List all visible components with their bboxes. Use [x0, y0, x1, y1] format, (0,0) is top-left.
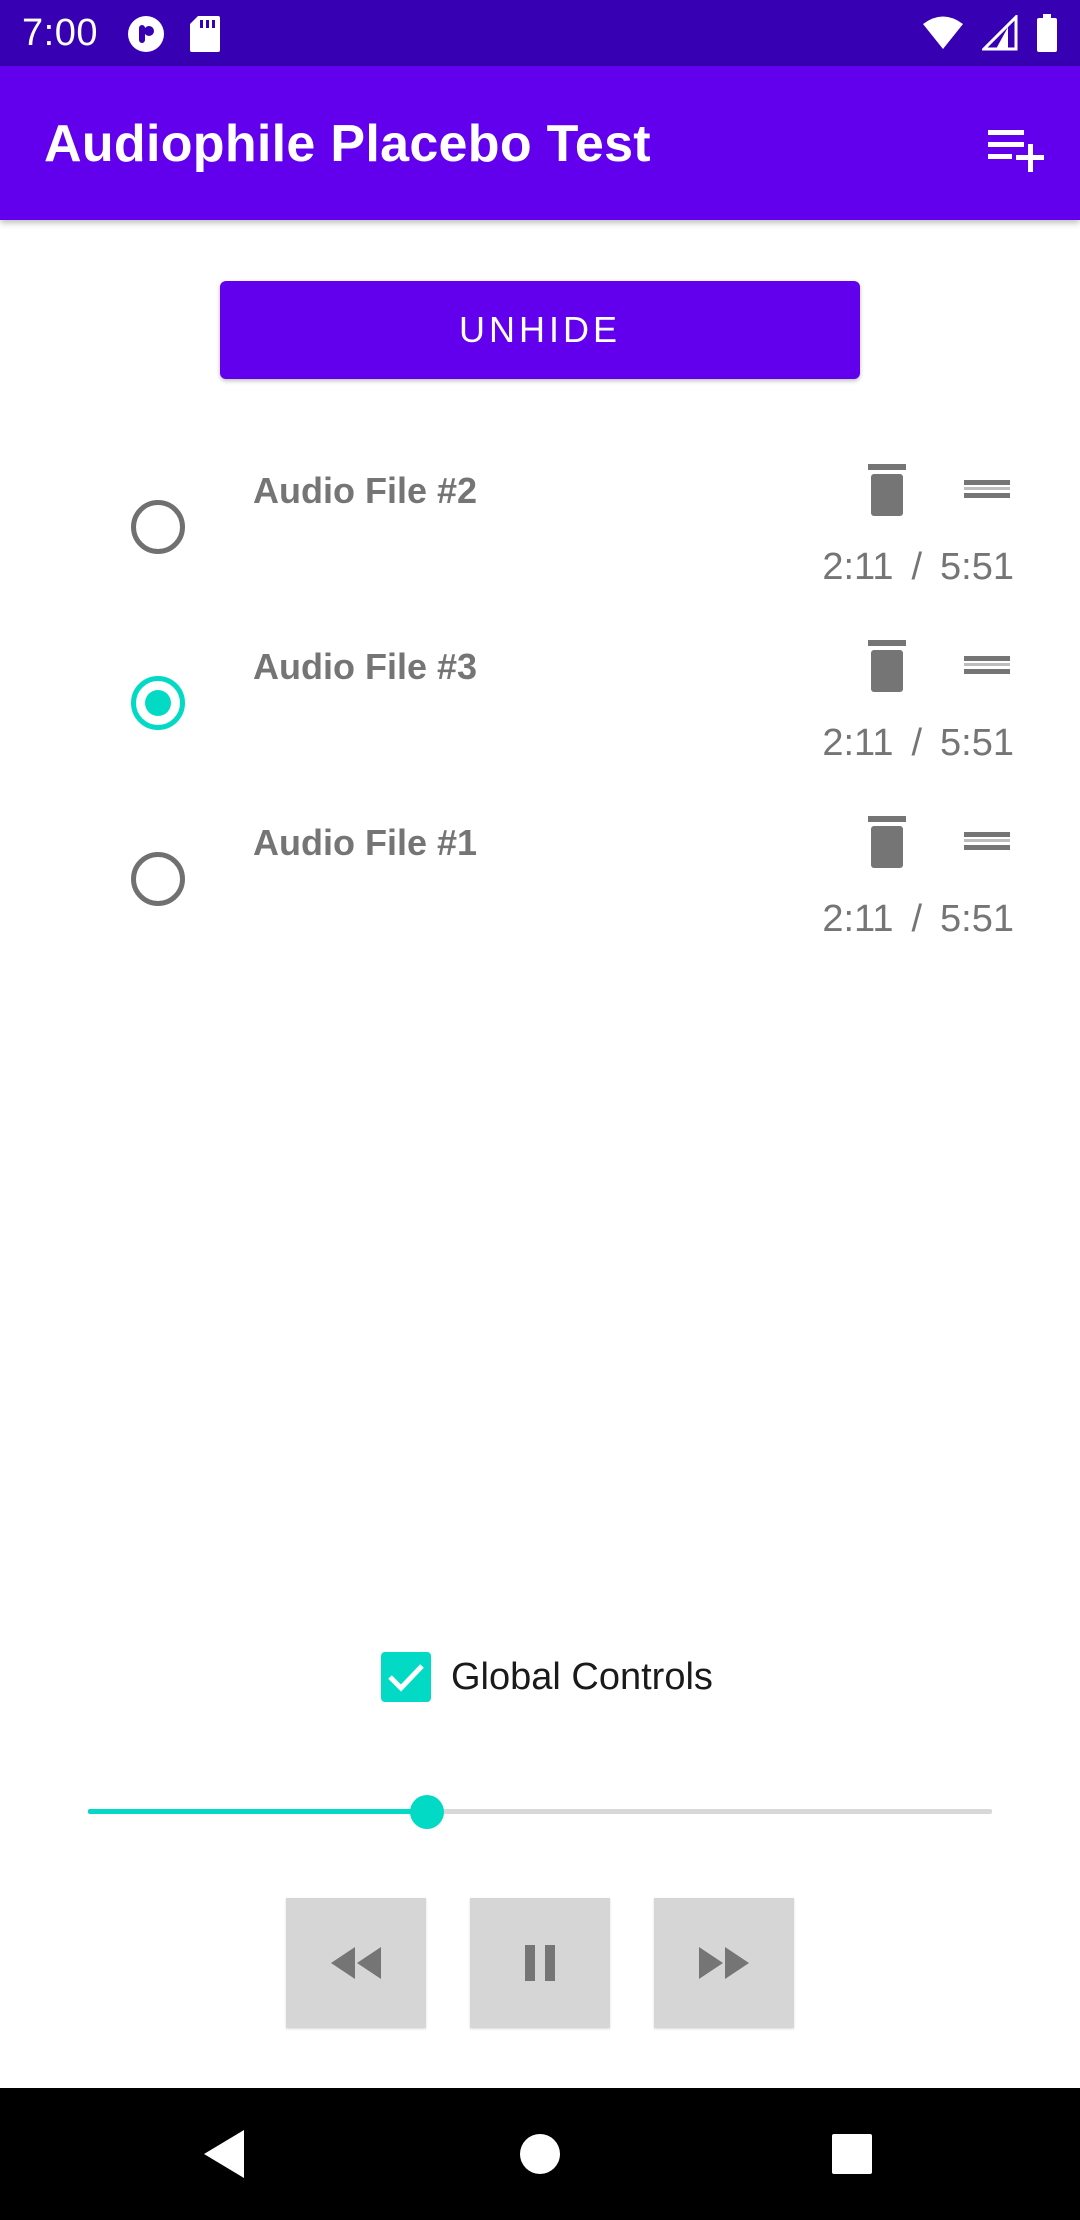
fast-forward-icon [699, 1947, 749, 1979]
delete-icon[interactable] [862, 638, 912, 694]
battery-icon [1036, 14, 1058, 57]
home-icon[interactable] [510, 2126, 570, 2182]
drag-handle-icon[interactable] [962, 826, 1012, 856]
audio-file-title: Audio File #1 [253, 822, 478, 863]
status-time: 7:00 [22, 12, 98, 54]
total-duration: 5:51 [940, 546, 1014, 588]
list-item: Audio File #1 2:11 / 5:51 [0, 792, 1080, 968]
playback-time: 2:11 / 5:51 [822, 722, 1014, 765]
playback-time: 2:11 / 5:51 [822, 546, 1014, 589]
app-screen: 7:00 Audiophile Placebo Test UNHIDE Audi… [0, 0, 1080, 2220]
audio-file-list: Audio File #2 2:11 / 5:51 Audio File #3 [0, 440, 1080, 968]
seek-slider[interactable] [88, 1790, 992, 1834]
total-duration: 5:51 [940, 722, 1014, 764]
current-position: 2:11 [822, 546, 894, 588]
current-position: 2:11 [822, 898, 894, 940]
rewind-icon [331, 1947, 381, 1979]
seek-progress [88, 1809, 427, 1814]
unhide-button[interactable]: UNHIDE [220, 281, 860, 379]
delete-icon[interactable] [862, 814, 912, 870]
sd-card-icon [188, 14, 222, 59]
status-system-icons [922, 13, 1058, 57]
wifi-icon [922, 15, 964, 56]
global-controls-checkbox[interactable] [381, 1652, 431, 1702]
pocket-casts-icon [126, 14, 166, 59]
current-position: 2:11 [822, 722, 894, 764]
radio-button[interactable] [131, 852, 185, 906]
total-duration: 5:51 [940, 898, 1014, 940]
app-title: Audiophile Placebo Test [44, 115, 651, 173]
global-controls-toggle[interactable]: Global Controls [381, 1652, 713, 1702]
app-bar: Audiophile Placebo Test [0, 66, 1080, 220]
radio-button[interactable] [131, 500, 185, 554]
drag-handle-icon[interactable] [962, 650, 1012, 680]
global-controls-label: Global Controls [451, 1655, 713, 1698]
check-icon [388, 1664, 424, 1692]
time-separator: / [911, 546, 923, 588]
audio-file-title: Audio File #2 [253, 470, 478, 511]
list-item: Audio File #2 2:11 / 5:51 [0, 440, 1080, 616]
time-separator: / [911, 722, 923, 764]
playback-controls [286, 1898, 794, 2028]
pause-button[interactable] [470, 1898, 610, 2028]
rewind-button[interactable] [286, 1898, 426, 2028]
delete-icon[interactable] [862, 462, 912, 518]
playlist-add-icon[interactable] [984, 116, 1046, 178]
radio-button-selected[interactable] [131, 676, 185, 730]
cell-signal-icon [980, 13, 1018, 56]
pause-icon [525, 1945, 555, 1981]
playback-time: 2:11 / 5:51 [822, 898, 1014, 941]
back-icon[interactable] [198, 2126, 258, 2182]
drag-handle-icon[interactable] [962, 474, 1012, 504]
fast-forward-button[interactable] [654, 1898, 794, 2028]
audio-file-title: Audio File #3 [253, 646, 478, 687]
system-nav-bar [0, 2088, 1080, 2220]
time-separator: / [911, 898, 923, 940]
list-item: Audio File #3 2:11 / 5:51 [0, 616, 1080, 792]
status-notification-icons [126, 14, 222, 59]
seek-thumb[interactable] [410, 1795, 444, 1829]
recents-icon[interactable] [822, 2126, 882, 2182]
status-bar: 7:00 [0, 0, 1080, 66]
